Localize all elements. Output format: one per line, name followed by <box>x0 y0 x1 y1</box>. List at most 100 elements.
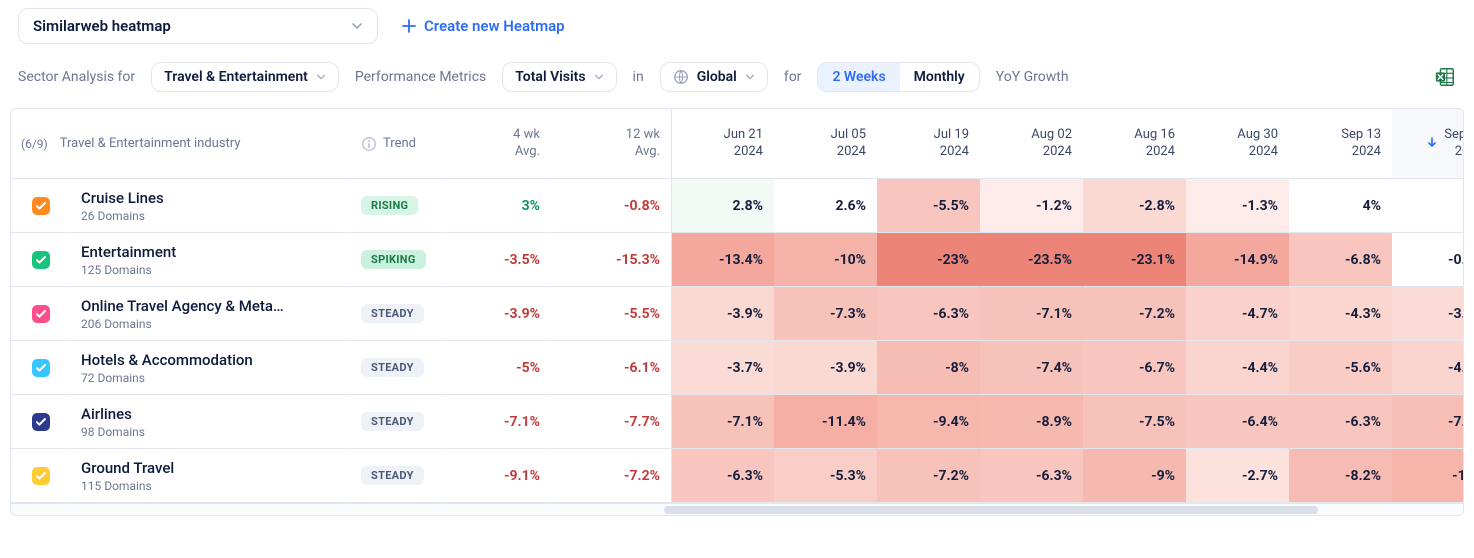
heatmap-cell: -14.9% <box>1186 233 1289 287</box>
row-name: Entertainment <box>81 243 176 261</box>
heatmap-cell: -6.8% <box>1289 233 1392 287</box>
row-name-cell[interactable]: Hotels & Accommodation72 Domains <box>71 341 351 395</box>
heatmap-cell: -3.9% <box>774 341 877 395</box>
row-trend-cell: STEADY <box>351 341 441 395</box>
row-12wk-avg: -5.5% <box>551 287 671 341</box>
trend-pill: STEADY <box>361 358 424 377</box>
row-checkbox-cell <box>11 341 71 395</box>
row-12wk-avg: -0.8% <box>551 179 671 233</box>
heatmap-cell: -8% <box>877 341 980 395</box>
column-header-industry[interactable]: (6/9)Travel & Entertainment industry <box>11 109 351 179</box>
row-checkbox[interactable] <box>32 251 50 269</box>
column-header-date[interactable]: Jul 052024 <box>774 109 877 179</box>
heatmap-cell: -6.7% <box>1083 341 1186 395</box>
row-checkbox[interactable] <box>32 305 50 323</box>
column-header-date[interactable]: Sep 132024 <box>1289 109 1392 179</box>
create-heatmap-label: Create new Heatmap <box>424 17 565 35</box>
heatmap-cell: 4% <box>1289 179 1392 233</box>
heatmap-cell: -7.8% <box>1392 395 1464 449</box>
column-header-date[interactable]: Jul 192024 <box>877 109 980 179</box>
column-header-date[interactable]: Aug 302024 <box>1186 109 1289 179</box>
column-header-date[interactable]: Aug 022024 <box>980 109 1083 179</box>
row-name: Cruise Lines <box>81 189 164 207</box>
horizontal-scrollbar[interactable] <box>11 503 1463 515</box>
sector-dropdown[interactable]: Travel & Entertainment <box>151 62 339 92</box>
row-checkbox[interactable] <box>32 197 50 215</box>
period-option-monthly[interactable]: Monthly <box>900 63 979 91</box>
heatmap-cell: -9% <box>1083 449 1186 503</box>
heatmap-cell: -3.6% <box>1392 287 1464 341</box>
column-header-date[interactable]: Aug 162024 <box>1083 109 1186 179</box>
row-name-cell[interactable]: Cruise Lines 26 Domains <box>71 179 351 233</box>
filter-label-in: in <box>633 69 644 85</box>
sector-value: Travel & Entertainment <box>164 69 308 85</box>
heatmap-table: (6/9)Travel & Entertainment industryTren… <box>10 108 1464 516</box>
filter-label-yoy: YoY Growth <box>996 69 1069 85</box>
row-count: (6/9) <box>21 137 48 151</box>
column-header-4wk-avg[interactable]: 4 wkAvg. <box>441 109 551 179</box>
filter-label-for: for <box>784 69 802 85</box>
row-subtitle: 98 Domains <box>81 425 145 439</box>
filter-label-metrics: Performance Metrics <box>355 69 486 85</box>
heatmap-cell: -6.3% <box>1289 395 1392 449</box>
heatmap-cell: -4.4% <box>1392 341 1464 395</box>
column-header-12wk-avg[interactable]: 12 wkAvg. <box>551 109 671 179</box>
heatmap-cell: -5.5% <box>877 179 980 233</box>
heatmap-cell: -8.9% <box>980 395 1083 449</box>
row-12wk-avg: -15.3% <box>551 233 671 287</box>
heatmap-cell: -3.7% <box>671 341 774 395</box>
heatmap-cell: -0.1% <box>1392 233 1464 287</box>
region-dropdown[interactable]: Global <box>660 62 768 92</box>
heatmap-cell: -3.9% <box>671 287 774 341</box>
row-12wk-avg: -7.2% <box>551 449 671 503</box>
heatmap-cell: 2% <box>1392 179 1464 233</box>
row-4wk-avg: -3.5% <box>441 233 551 287</box>
heatmap-cell: 2.8% <box>671 179 774 233</box>
heatmap-cell: -23.5% <box>980 233 1083 287</box>
row-subtitle: 115 Domains <box>81 479 174 493</box>
row-subtitle: 26 Domains <box>81 209 164 223</box>
row-checkbox[interactable] <box>32 413 50 431</box>
heatmap-cell: -11.4% <box>774 395 877 449</box>
row-12wk-avg: -6.1% <box>551 341 671 395</box>
heatmap-cell: -6.4% <box>1186 395 1289 449</box>
row-4wk-avg: -7.1% <box>441 395 551 449</box>
row-name-cell[interactable]: Entertainment 125 Domains <box>71 233 351 287</box>
row-name-cell[interactable]: Airlines 98 Domains <box>71 395 351 449</box>
heatmap-cell: -8.2% <box>1289 449 1392 503</box>
row-name: Online Travel Agency & Meta… <box>81 297 284 315</box>
heatmap-cell: -10% <box>774 233 877 287</box>
period-segmented: 2 Weeks Monthly <box>817 62 979 92</box>
metric-dropdown[interactable]: Total Visits <box>502 62 616 92</box>
row-subtitle: 125 Domains <box>81 263 176 277</box>
plus-icon <box>402 19 416 33</box>
period-option-2weeks[interactable]: 2 Weeks <box>818 63 899 91</box>
row-checkbox[interactable] <box>32 359 50 377</box>
row-subtitle: 206 Domains <box>81 317 284 331</box>
heatmap-selector[interactable]: Similarweb heatmap <box>18 8 378 44</box>
chevron-down-icon <box>351 20 363 32</box>
row-checkbox[interactable] <box>32 467 50 485</box>
row-name: Airlines <box>81 405 145 423</box>
scrollbar-thumb[interactable] <box>664 506 1317 514</box>
row-name: Hotels & Accommodation <box>81 351 253 369</box>
trend-pill: SPIKING <box>361 250 426 269</box>
heatmap-cell: -6.3% <box>877 287 980 341</box>
heatmap-cell: -13.4% <box>671 233 774 287</box>
heatmap-cell: -7.4% <box>980 341 1083 395</box>
trend-pill: RISING <box>361 196 418 215</box>
row-checkbox-cell <box>11 449 71 503</box>
heatmap-cell: -4.4% <box>1186 341 1289 395</box>
heatmap-cell: -2.7% <box>1186 449 1289 503</box>
heatmap-cell: -6.3% <box>671 449 774 503</box>
trend-pill: STEADY <box>361 304 424 323</box>
export-excel-icon[interactable] <box>1434 66 1456 88</box>
row-name-cell[interactable]: Online Travel Agency & Meta… 206 Domains <box>71 287 351 341</box>
region-value: Global <box>697 69 737 85</box>
column-header-trend[interactable]: Trend <box>351 109 441 179</box>
column-header-date[interactable]: Sep 272024 <box>1392 109 1464 179</box>
row-name-cell[interactable]: Ground Travel115 Domains <box>71 449 351 503</box>
heatmap-cell: -7.2% <box>877 449 980 503</box>
create-heatmap-button[interactable]: Create new Heatmap <box>402 17 565 35</box>
column-header-date[interactable]: Jun 212024 <box>671 109 774 179</box>
